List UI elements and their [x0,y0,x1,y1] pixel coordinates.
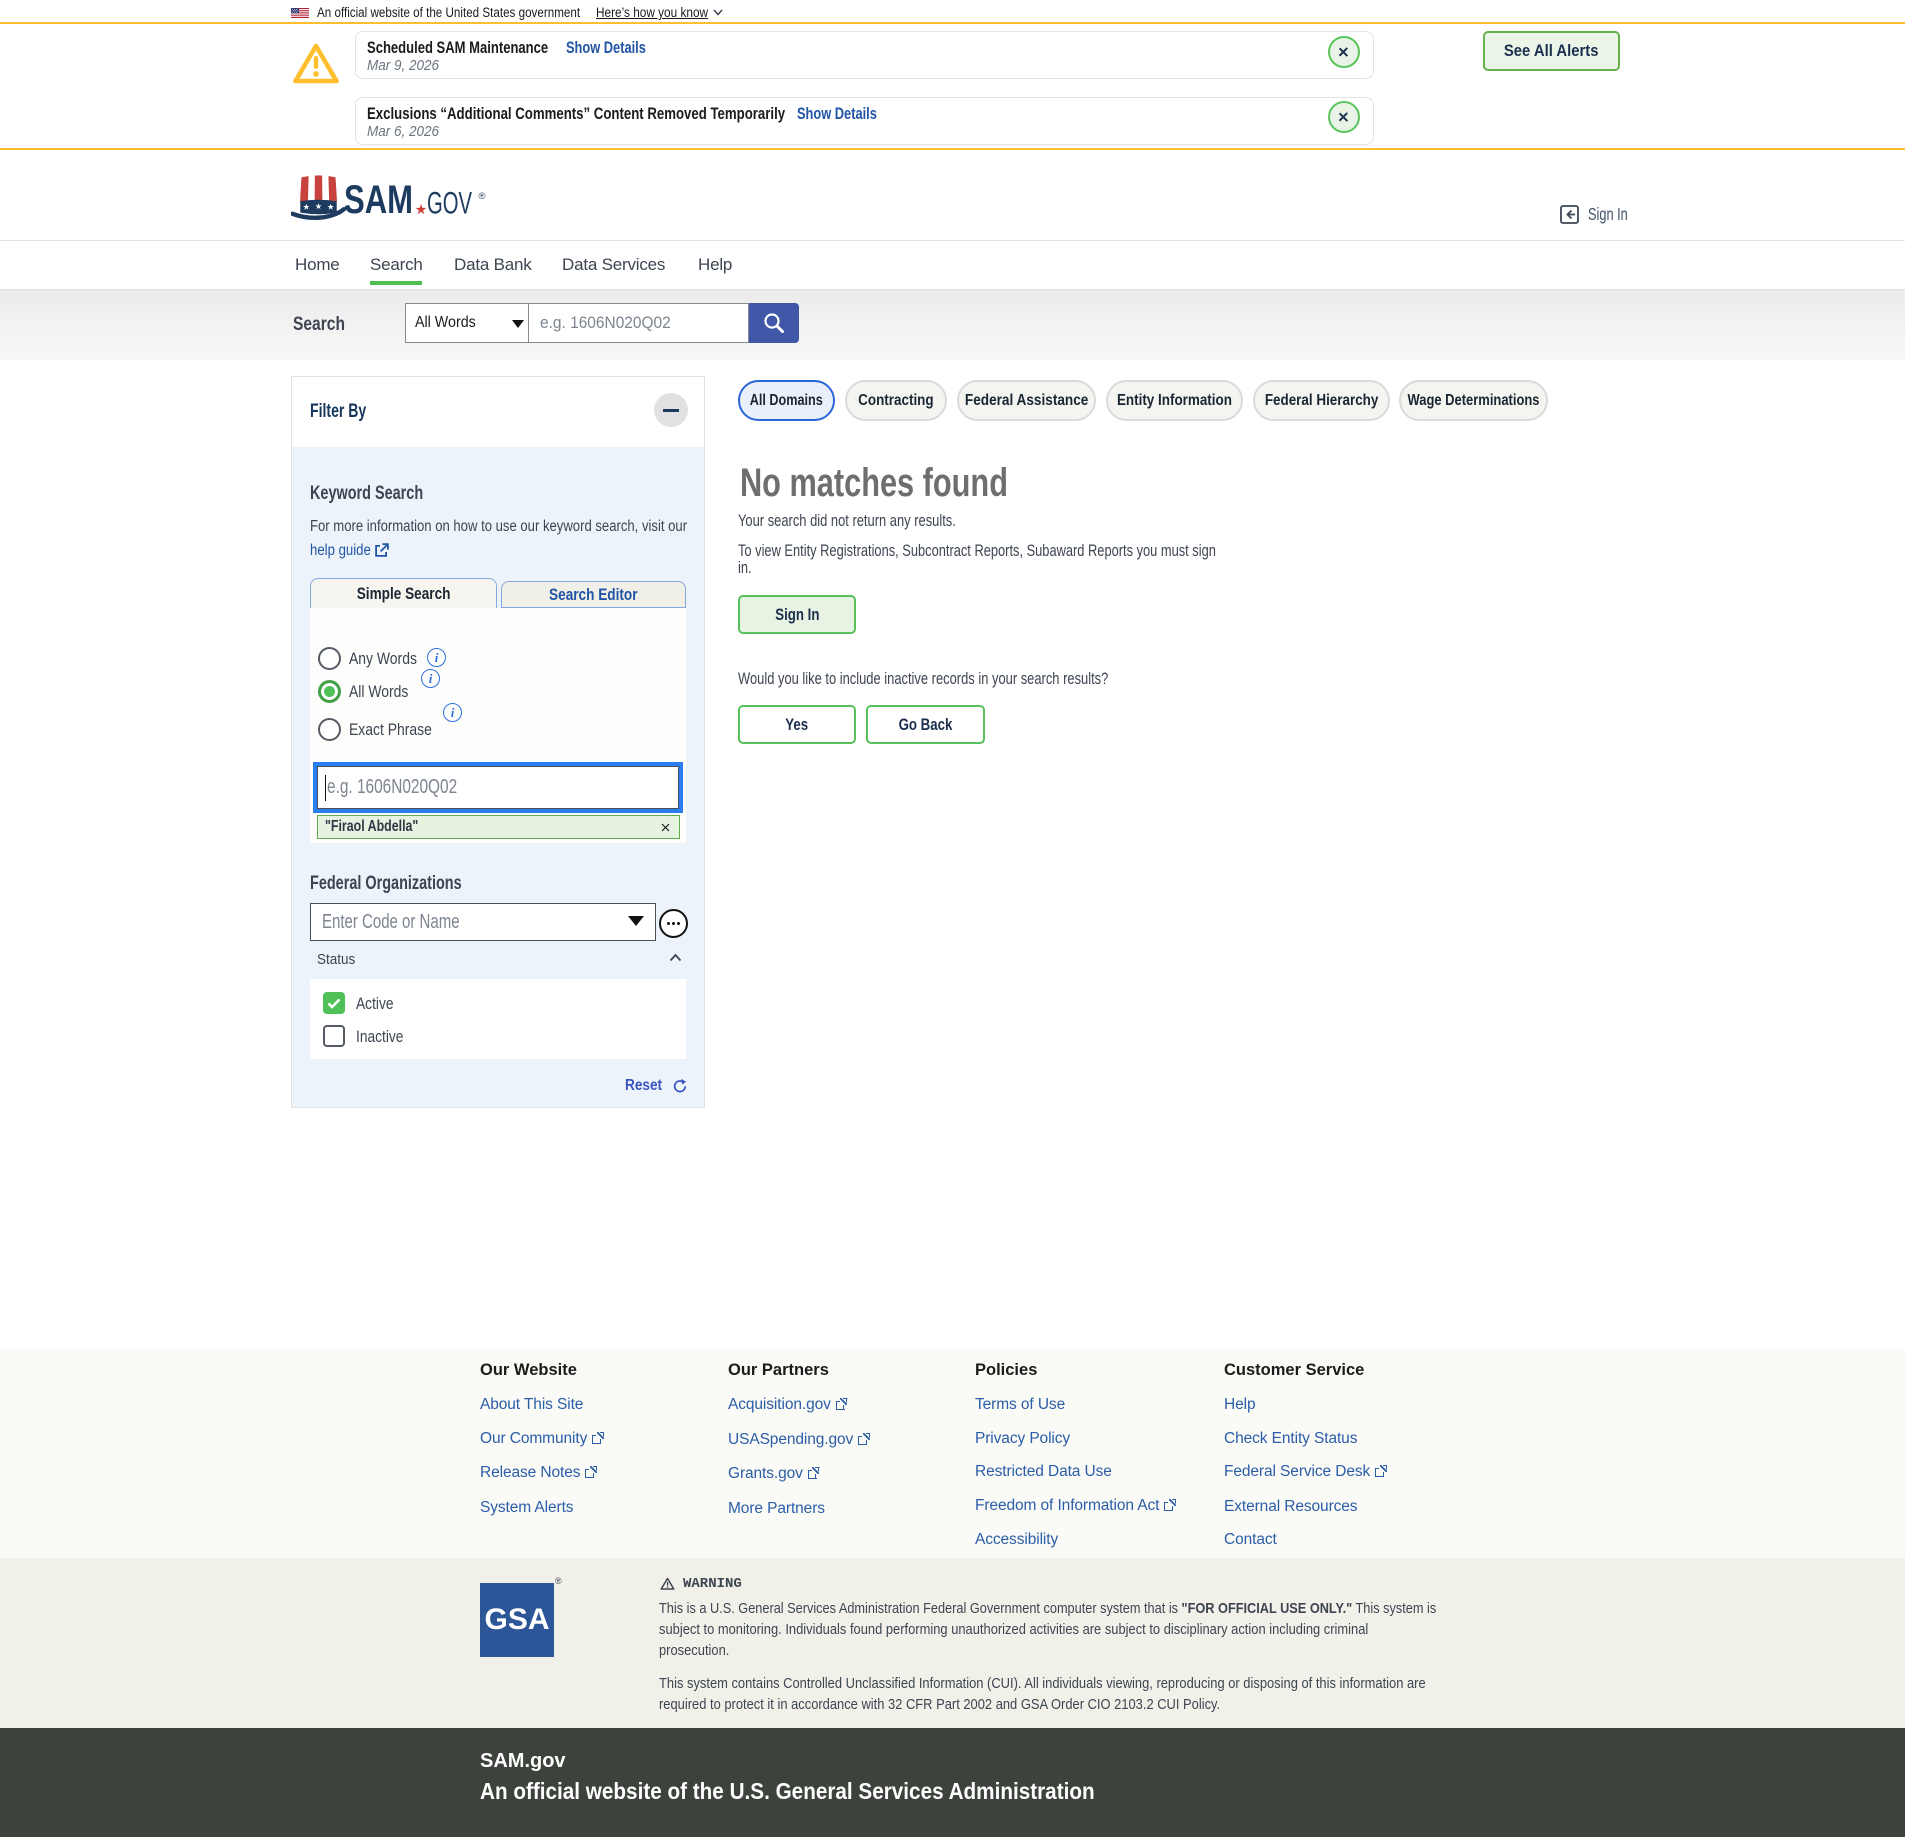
svg-text:SAM: SAM [344,178,413,221]
svg-text:®: ® [479,191,486,202]
svg-text:GOV: GOV [427,185,472,221]
